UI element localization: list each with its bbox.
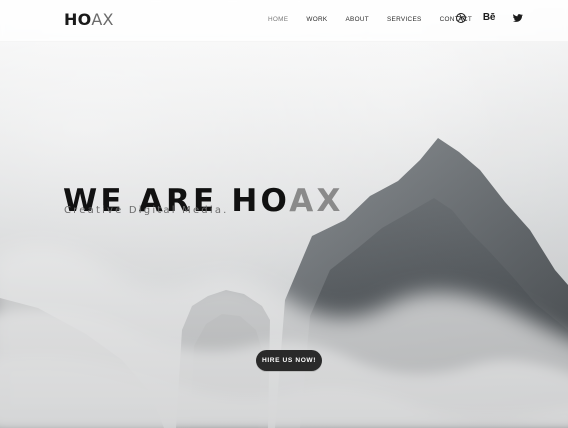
brand-logo[interactable]: HO AX (64, 10, 114, 29)
behance-icon[interactable]: Bē (482, 11, 496, 25)
hire-us-button[interactable]: HIRE US NOW! (256, 350, 322, 371)
primary-nav: HOME WORK ABOUT SERVICES CONTACT (268, 12, 472, 26)
twitter-icon[interactable] (510, 11, 524, 25)
logo-part-2: AX (91, 10, 114, 29)
nav-work[interactable]: WORK (306, 16, 327, 23)
nav-home[interactable]: HOME (268, 16, 288, 23)
nav-services[interactable]: SERVICES (387, 16, 422, 23)
dribbble-icon[interactable] (454, 11, 468, 25)
hero-headline-suffix: AX (289, 182, 344, 219)
nav-about[interactable]: ABOUT (345, 16, 369, 23)
hero-subheadline: Creative Digital Media. (64, 205, 229, 216)
top-navigation-bar: HO AX HOME WORK ABOUT SERVICES CONTACT B… (0, 0, 568, 42)
twitter-glyph (512, 14, 523, 22)
social-links: Bē (454, 10, 524, 26)
logo-part-1: HO (64, 10, 92, 29)
dribbble-glyph (456, 13, 466, 23)
